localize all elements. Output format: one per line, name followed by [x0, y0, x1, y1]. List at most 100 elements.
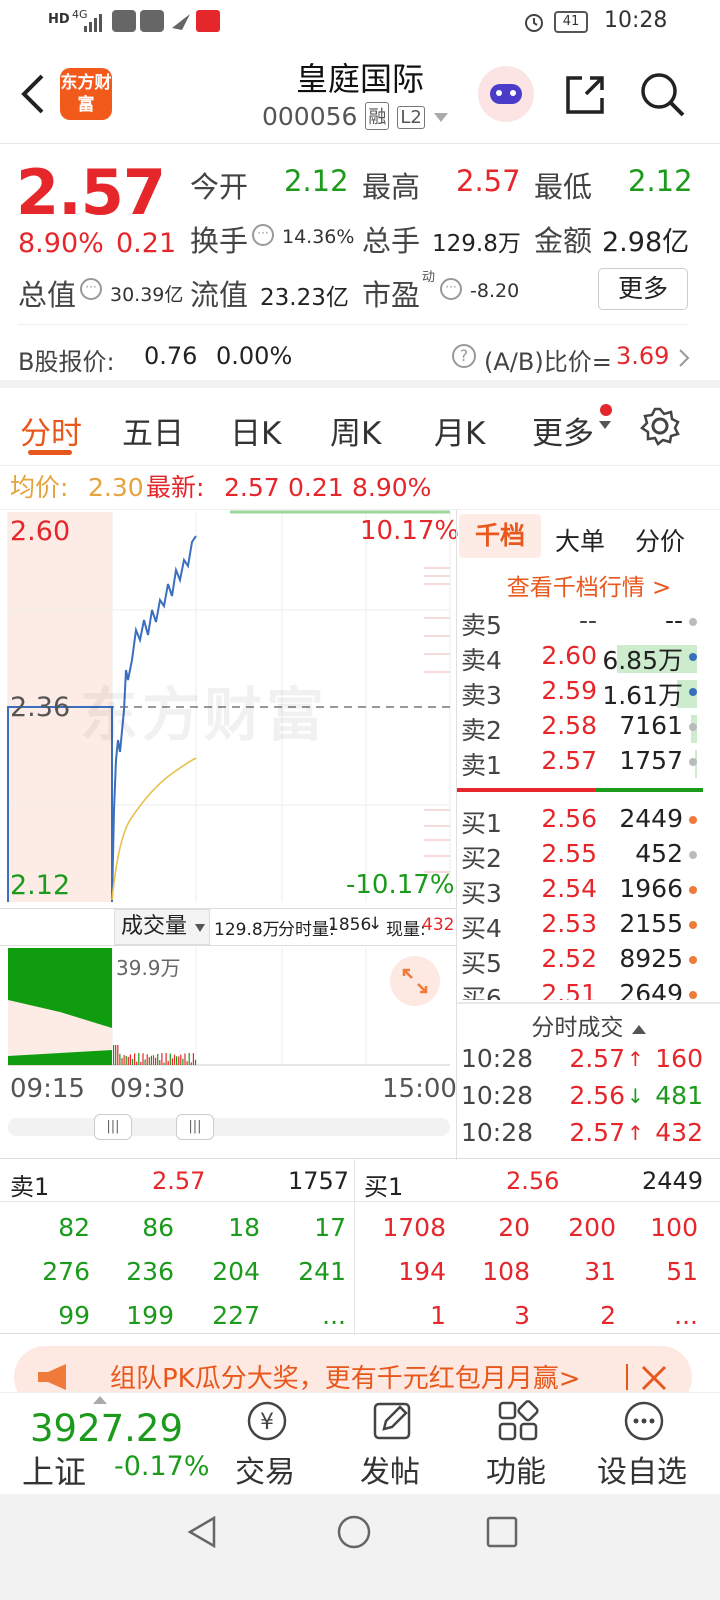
slider-handle-right[interactable]: ||| — [176, 1114, 214, 1140]
bid-dot — [689, 921, 697, 929]
avg-value: 2.30 — [88, 473, 144, 502]
ask-volume: -- — [664, 606, 683, 635]
nav-functions[interactable]: 功能 — [456, 1393, 576, 1495]
volume-indicator-select[interactable]: 成交量 — [114, 909, 210, 945]
bid-row[interactable]: 买4 2.53 2155 — [457, 909, 720, 945]
trade-time: 10:28 — [461, 1081, 534, 1110]
tab-big-orders[interactable]: 大单 — [555, 522, 605, 558]
change-amount: 0.21 — [116, 228, 177, 259]
bid-row[interactable]: 买2 2.55 452 — [457, 839, 720, 875]
nav-trade[interactable]: ¥ 交易 — [205, 1393, 325, 1495]
chart-tabs: 分时 五日 日K 周K 月K 更多 — [0, 388, 720, 466]
tab-monthly-k[interactable]: 月K — [434, 408, 485, 453]
ask-bid-divider-green — [595, 788, 703, 792]
ask-row[interactable]: 卖1 2.57 1757 — [457, 746, 720, 782]
index-name[interactable]: 上证 — [22, 1447, 86, 1493]
volume-bar — [163, 1062, 165, 1065]
bid-price: 2.55 — [541, 839, 597, 868]
trade-volume: 160 — [655, 1044, 703, 1073]
buy-queue-cell: 200 — [568, 1213, 616, 1242]
help-icon[interactable]: ? — [452, 344, 476, 368]
tab-intraday[interactable]: 分时 — [20, 408, 82, 453]
bid-row[interactable]: 买1 2.56 2449 — [457, 804, 720, 840]
pct-axis-top: 10.17% — [360, 516, 460, 546]
ab-ratio-label[interactable]: (A/B)比价= — [484, 342, 612, 377]
chevron-right-icon — [679, 349, 690, 367]
more-circle-icon — [624, 1401, 664, 1441]
ask-row[interactable]: 卖4 2.60 6.85万 — [457, 641, 720, 677]
index-value[interactable]: 3927.29 — [30, 1407, 183, 1450]
stock-code-line[interactable]: 000056 融 L2 — [262, 102, 449, 132]
trades-title-label: 分时成交 — [531, 1015, 624, 1041]
bid-dot — [689, 991, 697, 999]
bid-level-label: 买2 — [461, 844, 502, 873]
time-range-slider[interactable] — [8, 1118, 450, 1136]
buy-queue-cell: 20 — [498, 1213, 530, 1242]
tab-five-day[interactable]: 五日 — [122, 408, 184, 453]
close-icon[interactable] — [640, 1364, 668, 1392]
volume-bar — [121, 1058, 123, 1065]
tab-weekly-k[interactable]: 周K — [330, 408, 381, 453]
bid-row[interactable]: 买5 2.52 8925 — [457, 944, 720, 980]
ask-bid-divider-red — [457, 788, 595, 792]
buy-queue: 1708 20 200 100 194 108 31 51 1 3 2... — [356, 1203, 720, 1333]
info-icon[interactable]: ··· — [440, 278, 462, 300]
share-icon[interactable] — [562, 72, 608, 118]
dropdown-icon — [433, 113, 448, 122]
nav-post[interactable]: 发帖 — [330, 1393, 450, 1495]
volume-bar — [115, 1045, 117, 1065]
nav-add-watchlist-label: 设自选 — [597, 1455, 687, 1490]
settings-icon[interactable] — [640, 406, 680, 446]
more-button[interactable]: 更多 — [598, 268, 688, 310]
buy-queue-cell: 31 — [584, 1257, 616, 1286]
robot-assistant-icon[interactable] — [478, 66, 534, 122]
buy-queue-cell: 1 — [430, 1301, 446, 1330]
trade-row: 10:28 2.57 ↑ 160 — [457, 1044, 720, 1080]
ask-row[interactable]: 卖2 2.58 7161 — [457, 711, 720, 747]
home-nav-icon[interactable] — [334, 1512, 374, 1552]
back-nav-icon[interactable] — [184, 1514, 220, 1550]
sell-queue-cell: 199 — [126, 1301, 174, 1330]
tab-more[interactable]: 更多 — [532, 408, 594, 453]
sell1-price: 2.57 — [152, 1167, 206, 1195]
buy1-label: 买1 — [364, 1173, 404, 1201]
view-depth-link[interactable]: 查看千档行情 > — [457, 568, 720, 602]
depth-ticks — [424, 567, 450, 873]
open-value: 2.12 — [284, 164, 349, 198]
b-share-price: 0.76 — [144, 342, 198, 370]
ask-price: 2.57 — [541, 746, 597, 775]
volume-bar — [186, 1061, 188, 1065]
pct-axis-bottom: -10.17% — [346, 870, 455, 900]
search-icon[interactable] — [638, 70, 688, 120]
tab-price-distribution[interactable]: 分价 — [635, 522, 685, 558]
ask-row[interactable]: 卖3 2.59 1.61万 — [457, 676, 720, 712]
volume-bar — [142, 1053, 144, 1065]
bid-volume: 2155 — [619, 909, 683, 938]
volume-bar — [136, 1061, 138, 1065]
intraday-chart-area[interactable]: 东方财富 2.60 2.36 2.12 10.17% -10.17% 成交量 1… — [0, 510, 460, 1160]
bid-volume: 1966 — [619, 874, 683, 903]
volume-chart[interactable] — [0, 948, 456, 1068]
tab-daily-k[interactable]: 日K — [230, 408, 281, 453]
bid-dot — [689, 851, 697, 859]
bid-row[interactable]: 买6 2.51 2649 — [457, 979, 720, 1000]
y-axis-mid: 2.36 — [10, 692, 71, 723]
trades-title[interactable]: 分时成交 — [457, 1008, 720, 1042]
volume-bar — [184, 1053, 186, 1065]
slider-handle-left[interactable]: ||| — [94, 1114, 132, 1140]
tab-depth-1000[interactable]: 千档 — [459, 514, 541, 558]
recents-nav-icon[interactable] — [484, 1514, 520, 1550]
minute-volume-label: 分时量: — [278, 920, 335, 940]
info-icon[interactable]: ··· — [80, 278, 102, 300]
volume-bar — [148, 1057, 150, 1065]
volume-bar — [119, 1053, 121, 1065]
nav-add-watchlist[interactable]: 设自选 — [582, 1393, 702, 1495]
expand-button[interactable] — [390, 956, 440, 1006]
ask-row[interactable]: 卖5 -- -- — [457, 606, 720, 642]
ask-volume: 6.85万 — [602, 646, 683, 675]
stock-code: 000056 — [262, 102, 358, 131]
bid-row[interactable]: 买3 2.54 1966 — [457, 874, 720, 910]
volume-bar — [188, 1053, 190, 1065]
volume-bar — [190, 1062, 192, 1065]
info-icon[interactable]: ··· — [252, 224, 274, 246]
